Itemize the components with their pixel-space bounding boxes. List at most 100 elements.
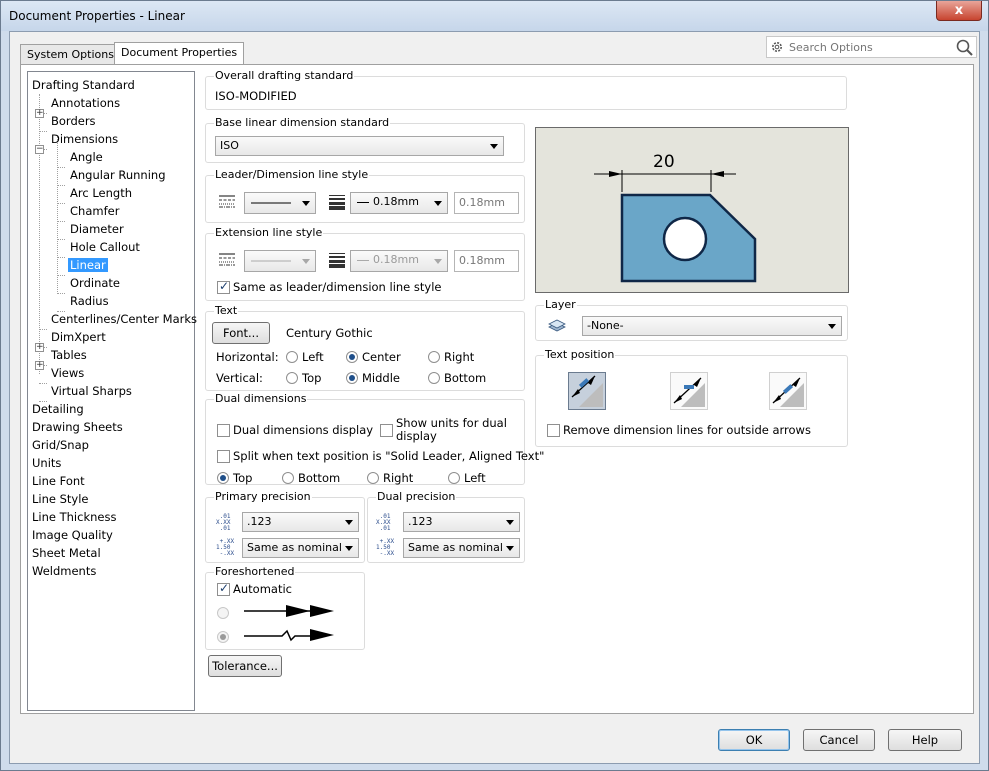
same-as-leader-checkbox[interactable] xyxy=(217,279,230,294)
ok-button[interactable]: OK xyxy=(718,729,790,751)
automatic-checkbox[interactable] xyxy=(217,581,230,596)
tree-item-label: Units xyxy=(32,456,62,470)
tree-item-sheet-metal[interactable]: Sheet Metal xyxy=(32,545,101,563)
tree-item-views[interactable]: Views xyxy=(51,365,84,383)
horizontal-center-radio[interactable] xyxy=(346,351,358,363)
tree-item-units[interactable]: Units xyxy=(32,455,61,473)
dual-left-radio[interactable] xyxy=(448,472,460,484)
chevron-down-icon xyxy=(506,546,514,551)
dual-dimensions-group: Dual dimensions Dual dimensions display … xyxy=(205,392,544,485)
title-bar[interactable]: Document Properties - Linear x xyxy=(1,1,988,31)
horizontal-left-radio[interactable] xyxy=(286,351,298,363)
show-units-label: Show units for dual xyxy=(396,416,507,430)
base-standard-select[interactable]: ISO xyxy=(215,136,504,156)
tree-item-angle[interactable]: Angle xyxy=(70,149,103,167)
options-tree[interactable]: Drafting Standard + Annotations Borders … xyxy=(27,71,197,711)
help-button[interactable]: Help xyxy=(888,729,962,751)
tree-item-dimxpert[interactable]: DimXpert xyxy=(51,329,106,347)
text-position-option-2[interactable] xyxy=(670,372,708,410)
expand-icon[interactable]: + xyxy=(35,109,44,118)
tab-document-properties[interactable]: Document Properties xyxy=(114,42,245,65)
tree-item-line-style[interactable]: Line Style xyxy=(32,491,89,509)
show-units-checkbox[interactable] xyxy=(380,424,393,437)
foreshortened-straight-radio[interactable] xyxy=(217,607,229,619)
dual-right-radio[interactable] xyxy=(367,472,379,484)
font-name: Century Gothic xyxy=(286,326,373,340)
tree-item-detailing[interactable]: Detailing xyxy=(32,401,84,419)
tree-item-line-thickness[interactable]: Line Thickness xyxy=(32,509,116,527)
dual-precision-select[interactable]: .123 xyxy=(403,512,520,532)
search-input[interactable] xyxy=(787,39,955,55)
tree-item-drawing-sheets[interactable]: Drawing Sheets xyxy=(32,419,123,437)
dual-display-checkbox[interactable] xyxy=(217,424,230,437)
tree-item-line-font[interactable]: Line Font xyxy=(32,473,85,491)
split-text-checkbox[interactable] xyxy=(217,450,230,463)
vertical-top-radio[interactable] xyxy=(286,372,298,384)
tree-item-weldments[interactable]: Weldments xyxy=(32,563,96,581)
precision-icon: .01 X.XX .01 xyxy=(216,513,231,532)
tree-item-centerlines[interactable]: Centerlines/Center Marks xyxy=(51,311,197,329)
horizontal-text-icon xyxy=(772,377,804,407)
leader-thickness-select[interactable]: 0.18mm xyxy=(350,192,448,214)
tree-item-ordinate[interactable]: Ordinate xyxy=(70,275,120,293)
tree-item-annotations[interactable]: Annotations xyxy=(51,95,120,113)
tree-item-label: DimXpert xyxy=(51,330,106,344)
vertical-middle-radio[interactable] xyxy=(346,372,358,384)
extension-thickness-select[interactable]: 0.18mm xyxy=(350,250,448,272)
tree-item-borders[interactable]: Borders xyxy=(51,113,96,131)
chevron-down-icon xyxy=(302,201,310,206)
cancel-button[interactable]: Cancel xyxy=(803,729,875,751)
dual-top-radio[interactable] xyxy=(217,472,229,484)
chevron-down-icon xyxy=(434,259,442,264)
layer-select[interactable]: -None- xyxy=(582,316,842,336)
search-icon[interactable] xyxy=(956,39,974,57)
horizontal-right-radio[interactable] xyxy=(428,351,440,363)
tree-item-arc-length[interactable]: Arc Length xyxy=(70,185,132,203)
tree-item-grid-snap[interactable]: Grid/Snap xyxy=(32,437,89,455)
tree-item-label: Arc Length xyxy=(70,186,132,200)
vertical-bottom-radio[interactable] xyxy=(428,372,440,384)
font-button[interactable]: Font... xyxy=(212,322,270,344)
leader-line-style-select[interactable] xyxy=(244,192,316,214)
tree-item-tables[interactable]: Tables xyxy=(51,347,87,365)
expand-icon[interactable]: + xyxy=(35,343,44,352)
primary-tolerance-precision-select[interactable]: Same as nominal xyxy=(242,538,359,558)
aligned-text-icon xyxy=(571,375,603,407)
tree-item-diameter[interactable]: Diameter xyxy=(70,221,124,239)
tree-item-angular-running[interactable]: Angular Running xyxy=(70,167,166,185)
tree-item-hole-callout[interactable]: Hole Callout xyxy=(70,239,140,257)
tab-system-options[interactable]: System Options xyxy=(20,44,121,64)
tree-item-linear[interactable]: Linear xyxy=(68,257,108,275)
primary-precision-select[interactable]: .123 xyxy=(242,512,359,532)
extension-line-style-select[interactable] xyxy=(244,250,316,272)
group-title: Overall drafting standard xyxy=(214,69,355,82)
text-position-option-3[interactable] xyxy=(769,372,807,410)
expand-icon[interactable]: + xyxy=(35,361,44,370)
tolerance-precision-icon: +.XX 1.50 -.XX xyxy=(376,538,395,557)
tree-item-label: Tables xyxy=(51,348,87,362)
tree-item-image-quality[interactable]: Image Quality xyxy=(32,527,113,545)
tree-item-label: Drawing Sheets xyxy=(32,420,123,434)
text-position-option-1[interactable] xyxy=(568,372,606,410)
extension-custom-thickness-field[interactable]: 0.18mm xyxy=(454,250,519,272)
show-units-label-line2: display xyxy=(396,429,437,443)
primary-precision-group: Primary precision .01 X.XX .01 .123 +.XX 1… xyxy=(205,490,365,563)
leader-custom-thickness-field[interactable]: 0.18mm xyxy=(454,192,519,214)
remove-dimension-lines-checkbox[interactable] xyxy=(547,424,560,437)
tree-item-chamfer[interactable]: Chamfer xyxy=(70,203,119,221)
tree-item-radius[interactable]: Radius xyxy=(70,293,109,311)
dual-bottom-radio[interactable] xyxy=(282,472,294,484)
dual-tolerance-precision-select[interactable]: Same as nominal xyxy=(403,538,520,558)
chevron-down-icon xyxy=(302,259,310,264)
tree-item-dimensions[interactable]: Dimensions xyxy=(51,131,118,149)
tree-item-drafting-standard[interactable]: Drafting Standard xyxy=(32,77,135,95)
tree-item-label: Line Font xyxy=(32,474,85,488)
collapse-icon[interactable]: − xyxy=(35,145,44,154)
tolerance-button[interactable]: Tolerance... xyxy=(208,655,282,677)
select-value: .123 xyxy=(408,515,433,528)
gear-icon[interactable] xyxy=(770,40,784,54)
close-button[interactable]: x xyxy=(936,1,982,21)
search-box[interactable] xyxy=(766,36,977,58)
tree-item-virtual-sharps[interactable]: Virtual Sharps xyxy=(51,383,132,401)
foreshortened-zigzag-radio[interactable] xyxy=(217,631,229,643)
